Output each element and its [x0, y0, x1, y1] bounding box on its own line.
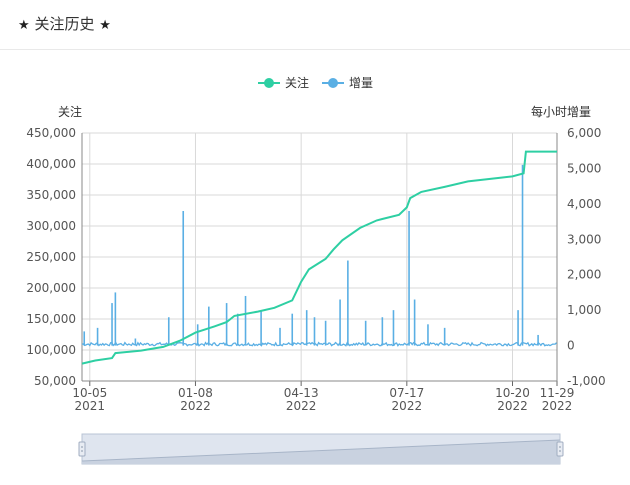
y-right-tick-label: 6,000 — [567, 126, 601, 140]
x-tick-label: 07-17 — [389, 386, 424, 400]
y-left-tick-label: 150,000 — [26, 312, 76, 326]
y-left-tick-label: 350,000 — [26, 188, 76, 202]
x-tick-label: 10-20 — [495, 386, 530, 400]
y-left-tick-label: 50,000 — [34, 374, 76, 388]
x-tick-year: 2022 — [542, 399, 573, 413]
y-left-tick-label: 450,000 — [26, 126, 76, 140]
x-tick-year: 2022 — [286, 399, 317, 413]
y-right-tick-label: 1,000 — [567, 303, 601, 317]
x-tick-label: 11-29 — [540, 386, 575, 400]
x-tick-year: 2022 — [497, 399, 528, 413]
y-right-axis-label: 每小时增量 — [531, 104, 591, 119]
y-left-tick-label: 100,000 — [26, 343, 76, 357]
x-tick-year: 2022 — [392, 399, 423, 413]
zoom-handle-right[interactable] — [556, 441, 564, 457]
y-left-tick-label: 200,000 — [26, 281, 76, 295]
legend-followers-label: 关注 — [285, 75, 309, 90]
x-tick-label: 10-05 — [72, 386, 107, 400]
x-tick-label: 01-08 — [178, 386, 213, 400]
x-tick-label: 04-13 — [284, 386, 319, 400]
y-left-axis-label: 关注 — [58, 104, 82, 119]
y-right-tick-label: 5,000 — [567, 161, 601, 175]
legend-increment-marker — [328, 78, 338, 88]
y-right-tick-label: 4,000 — [567, 197, 601, 211]
chart: 50,000 100,000 150,000 200,000 250,000 300,00… — [26, 75, 606, 465]
legend-followers-marker — [264, 78, 274, 88]
legend-increment-label: 增量 — [349, 76, 373, 90]
y-right-tick-label: 3,000 — [567, 232, 601, 246]
x-tick-year: 2022 — [180, 399, 211, 413]
y-left-tick-label: 300,000 — [26, 219, 76, 233]
y-right-tick-label: 2,000 — [567, 268, 601, 282]
y-left-tick-label: 250,000 — [26, 250, 76, 264]
series-increment-baseline — [81, 341, 557, 347]
y-left-tick-label: 400,000 — [26, 157, 76, 171]
y-right-tick-label: 0 — [567, 339, 575, 353]
series-followers-line — [81, 150, 557, 365]
x-tick-year: 2021 — [75, 399, 106, 413]
zoom-handle-left[interactable] — [78, 441, 86, 457]
